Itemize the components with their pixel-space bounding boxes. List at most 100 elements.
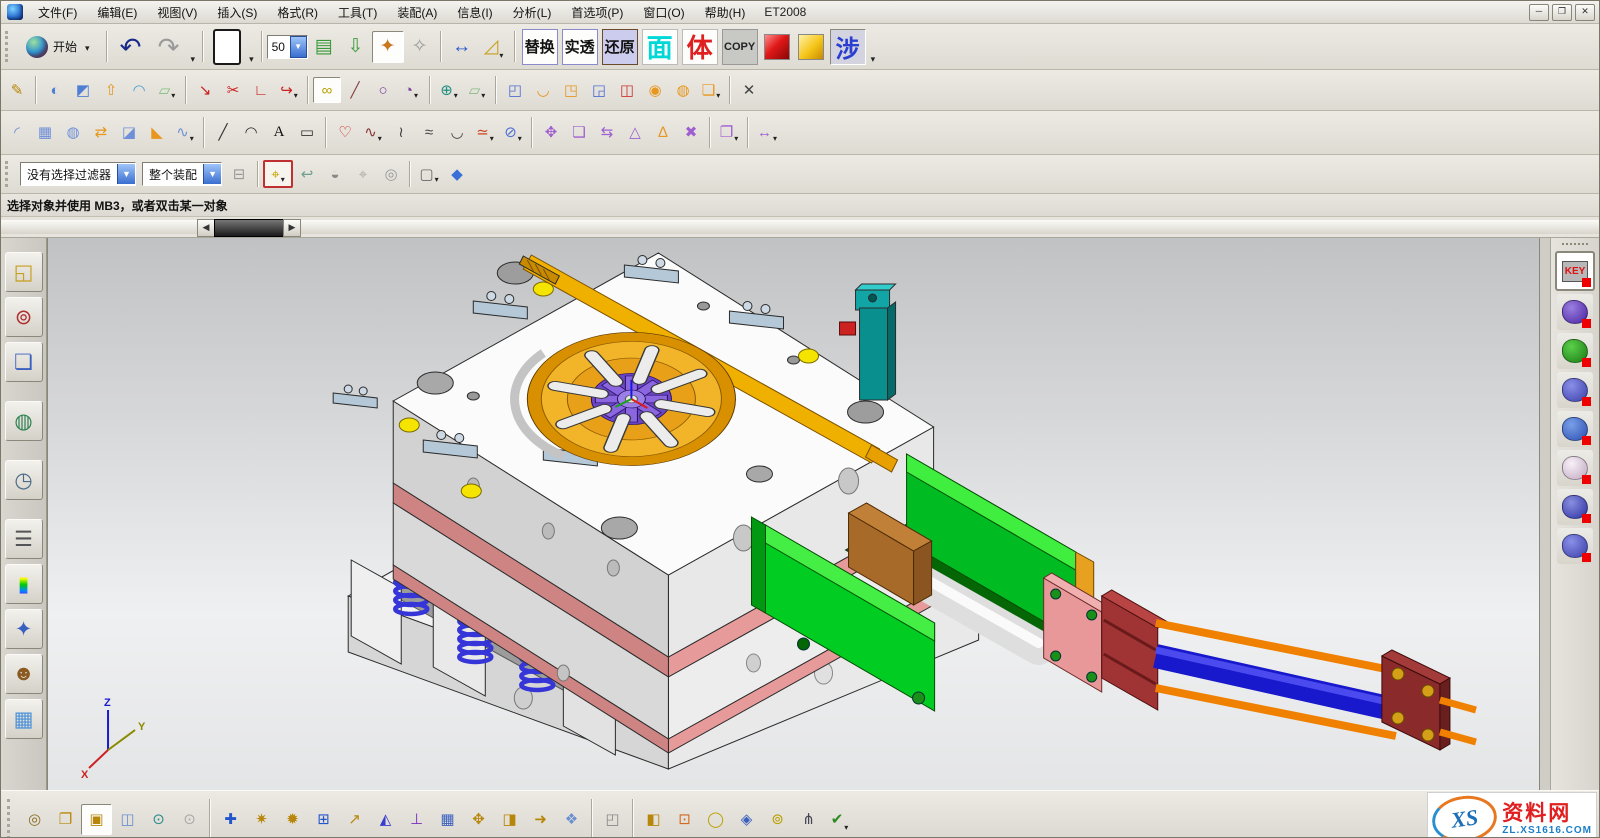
start-button[interactable]: 开始 ▾ — [17, 32, 102, 62]
drag-component[interactable]: ➜ — [525, 804, 556, 835]
paste-object[interactable]: ⇆ — [593, 120, 621, 146]
bend[interactable]: ◡ — [529, 77, 557, 103]
application-icon[interactable] — [7, 4, 23, 20]
remember-constraints[interactable]: ▦ — [432, 804, 463, 835]
new-parent[interactable]: ✹ — [277, 804, 308, 835]
palette-item-block-part[interactable] — [1557, 372, 1593, 408]
cylinder-align[interactable]: ∆ — [649, 120, 677, 146]
join-components[interactable]: ◯ — [700, 804, 731, 835]
studio-spline[interactable]: ∿▾ — [359, 120, 387, 146]
see-through-button[interactable]: 实透 — [562, 29, 598, 65]
intersect-curve[interactable]: ≈ — [415, 120, 443, 146]
menu-edit[interactable]: 编辑(E) — [88, 2, 146, 23]
scroll-right-button[interactable]: ▶ — [283, 219, 301, 237]
assembly-navigator-button[interactable]: ◱ — [5, 252, 43, 292]
pattern-component[interactable]: ⊞ — [308, 804, 339, 835]
trim-corner[interactable]: ∟ — [247, 77, 275, 103]
display-style-dropdown[interactable]: ▾ — [246, 54, 257, 69]
find-component[interactable]: ◎ — [19, 804, 50, 835]
snap-point-dropdown[interactable]: ▾ — [281, 175, 285, 186]
menu-file[interactable]: 文件(F) — [29, 2, 86, 23]
roles-button[interactable]: ☻ — [5, 654, 43, 694]
selection-scope-combo[interactable]: 整个装配 ▼ — [142, 162, 222, 186]
bridge-curve[interactable]: ◡ — [443, 120, 471, 146]
copy-object[interactable]: ❏ — [565, 120, 593, 146]
palette-item-key[interactable]: KEY — [1555, 251, 1595, 291]
join-curves[interactable]: ∞ — [313, 77, 341, 103]
relations-browser[interactable]: ⋔ — [793, 804, 824, 835]
visual-effects-button[interactable]: ✦ — [5, 609, 43, 649]
assembly-constraints[interactable]: ⊥ — [401, 804, 432, 835]
ruled-surface[interactable]: ◜ — [3, 120, 31, 146]
section[interactable]: ◫ — [613, 77, 641, 103]
undo-selection[interactable]: ⌖ — [349, 161, 377, 187]
redo-button[interactable]: ↷ — [150, 28, 188, 66]
mirror-assembly[interactable]: ◭ — [370, 804, 401, 835]
flatten-curve[interactable]: ≃▾ — [471, 120, 499, 146]
scale-body[interactable]: ✕ — [735, 77, 763, 103]
wrap-curve[interactable]: ⊘▾ — [499, 120, 527, 146]
internet-browser-button[interactable]: ◍ — [5, 401, 43, 441]
toolbar-grip[interactable] — [5, 161, 13, 188]
sketch-in-place[interactable]: ▱▾ — [463, 77, 491, 103]
studio-spline-dropdown[interactable]: ▾ — [378, 134, 382, 145]
project-curve[interactable]: ≀ — [387, 120, 415, 146]
rollback[interactable]: ↩ — [293, 161, 321, 187]
orient-view-cube[interactable]: ◆ — [443, 161, 471, 187]
display-style-button[interactable] — [208, 28, 246, 66]
visualization-button[interactable]: ▮ — [5, 564, 43, 604]
menu-view[interactable]: 视图(V) — [148, 2, 206, 23]
scrollbar-thumb[interactable] — [214, 219, 284, 237]
hole[interactable]: ◉ — [641, 77, 669, 103]
clearance-check[interactable]: ◈ — [731, 804, 762, 835]
palette-item-screw-part[interactable] — [1557, 294, 1593, 330]
trim-curve[interactable]: ↘ — [191, 77, 219, 103]
offset-move[interactable]: △ — [621, 120, 649, 146]
interpart-links[interactable]: ⊚ — [762, 804, 793, 835]
curve-length[interactable]: ↪▾ — [275, 77, 303, 103]
work-layer-spinner[interactable]: 50 ▼ — [267, 35, 308, 59]
flatten-curve-dropdown[interactable]: ▾ — [490, 134, 494, 145]
erase-object[interactable]: ◒ — [321, 161, 349, 187]
boolean-unite[interactable]: ⊕▾ — [435, 77, 463, 103]
sketch[interactable]: ✎ — [3, 77, 31, 103]
selection-filter-combo[interactable]: 没有选择过滤器 ▼ — [20, 162, 136, 186]
snapshot-disabled[interactable]: ⊙ — [174, 804, 205, 835]
new-component[interactable]: ✷ — [246, 804, 277, 835]
undo-button[interactable]: ↶ — [112, 28, 150, 66]
copy-paste-special-dropdown[interactable]: ▾ — [734, 134, 738, 145]
studio-surface-dropdown[interactable]: ▾ — [190, 134, 194, 145]
face-display-button[interactable]: 面 — [642, 29, 678, 65]
menu-window[interactable]: 窗口(O) — [634, 2, 693, 23]
datum-csys-button[interactable]: ✧ — [404, 31, 436, 63]
measure-angle-dropdown[interactable]: ▾ — [499, 51, 503, 62]
toolbar-grip[interactable] — [7, 799, 15, 838]
palette-item-plate-part[interactable] — [1557, 411, 1593, 447]
replace-button[interactable]: 替换 — [522, 29, 558, 65]
restore-display-button[interactable]: 还原 — [602, 29, 638, 65]
measure-angle-button[interactable]: ◿▾ — [478, 31, 510, 63]
toolbar-grip[interactable] — [5, 31, 13, 63]
snapshot[interactable]: ⊙ — [143, 804, 174, 835]
selection-scope-dropdown[interactable]: ▼ — [203, 164, 221, 184]
selection-rectangle-dropdown[interactable]: ▾ — [435, 175, 439, 186]
reference-sets[interactable]: ◧ — [638, 804, 669, 835]
slot[interactable]: ◲ — [585, 77, 613, 103]
close-button[interactable]: ✕ — [1575, 4, 1595, 21]
display-tools-dropdown[interactable]: ▾ — [868, 54, 879, 69]
graphics-window[interactable]: Z Y X — [48, 238, 1539, 790]
show-components[interactable]: ◫ — [112, 804, 143, 835]
boolean-unite-dropdown[interactable]: ▾ — [454, 91, 458, 102]
selection-filter-dropdown[interactable]: ▼ — [117, 164, 135, 184]
delete-object[interactable]: ✖ — [677, 120, 705, 146]
curve-length-dropdown[interactable]: ▾ — [294, 91, 298, 102]
swept-surface[interactable]: ◩ — [69, 77, 97, 103]
palette-grip[interactable] — [1562, 243, 1588, 245]
sequence[interactable]: ◨ — [494, 804, 525, 835]
update-structure-dropdown[interactable]: ▾ — [844, 823, 848, 834]
menu-assemblies[interactable]: 装配(A) — [388, 2, 446, 23]
through-curves[interactable]: ◐ — [41, 77, 69, 103]
selection-rectangle[interactable]: ▢▾ — [415, 161, 443, 187]
offset-surface[interactable]: ⇄ — [87, 120, 115, 146]
wrap-curve-dropdown[interactable]: ▾ — [518, 134, 522, 145]
